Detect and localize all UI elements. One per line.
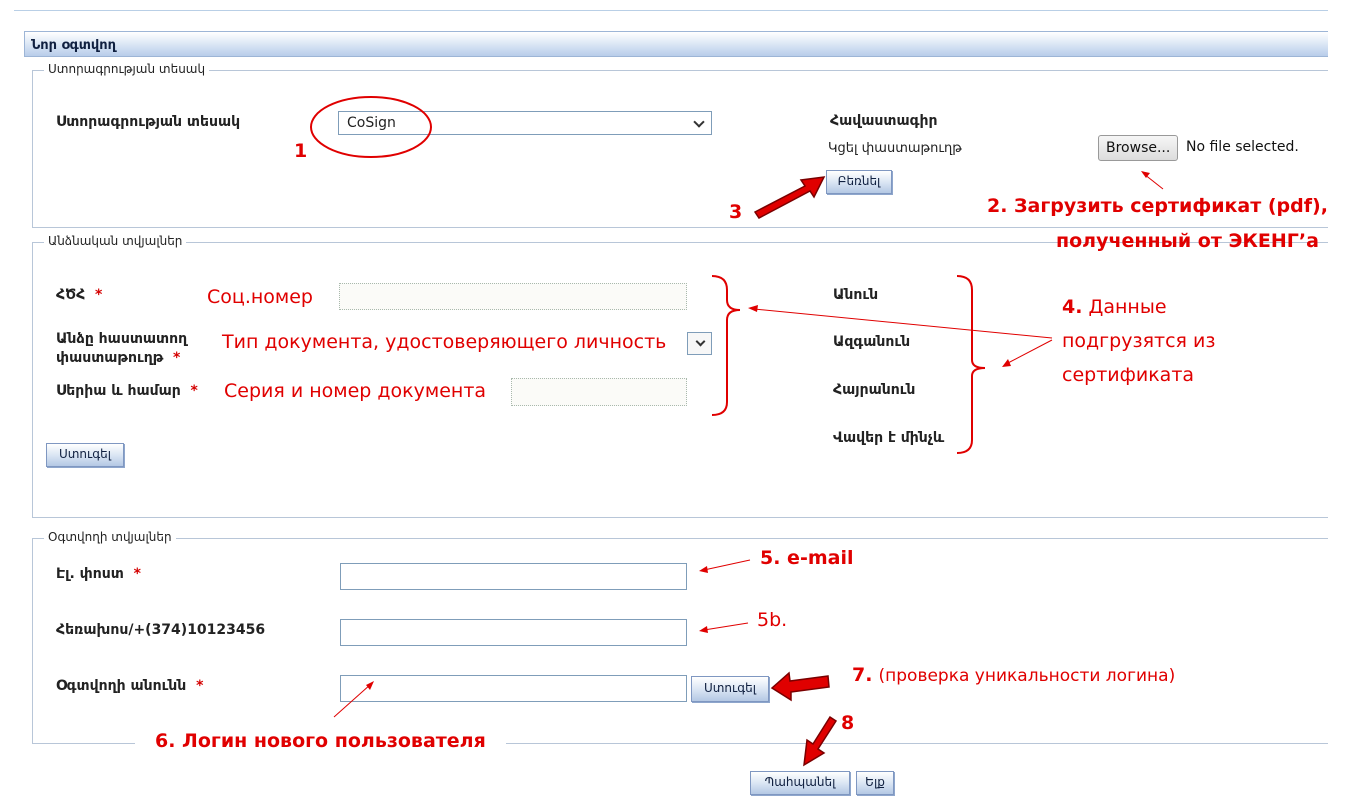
- ssn-input[interactable]: [339, 283, 687, 310]
- window-title-bar: Նոր օգտվող: [24, 31, 1328, 57]
- id-document-select[interactable]: [687, 332, 712, 355]
- email-label: Էլ. փոստ *: [56, 566, 141, 582]
- exit-button[interactable]: Ելք: [856, 771, 894, 795]
- cert-valid-until: Վավեր է մինչև: [833, 430, 945, 446]
- annotation-2-line1: 2. Загрузить сертификат (pdf),: [987, 195, 1328, 217]
- signature-type-select[interactable]: CoSign: [338, 111, 712, 135]
- save-button[interactable]: Պահպանել: [750, 771, 850, 795]
- annotation-3: 3: [729, 201, 743, 223]
- cert-first-name: Անուն: [833, 287, 879, 303]
- window-title: Նոր օգտվող: [31, 38, 116, 53]
- chevron-down-icon: [695, 336, 706, 347]
- annotation-2-line2: полученный от ЭКЕНГ’а: [1056, 230, 1319, 252]
- annotation-7: 7. (проверка уникальности логина): [852, 664, 1176, 686]
- browse-button[interactable]: Browse...: [1098, 135, 1179, 161]
- top-divider: [14, 10, 1328, 11]
- file-status: No file selected.: [1186, 139, 1299, 155]
- series-number-label: Սերիա և համար *: [56, 383, 198, 399]
- attach-document-label: Կցել փաստաթուղթ: [828, 141, 962, 156]
- user-legend: Օգտվողի տվյալներ: [44, 530, 176, 544]
- id-document-label-line1: Անձը հաստատող: [56, 331, 188, 347]
- signature-legend: Ստորագրության տեսակ: [44, 62, 210, 76]
- username-label: Օգտվողի անունն *: [56, 678, 204, 694]
- certificate-title: Հավաստագիր: [830, 113, 938, 129]
- annotation-doc-hint: Тип документа, удостоверяющего личность: [222, 331, 667, 353]
- chevron-down-icon: [693, 116, 705, 128]
- ssn-label: ՀԾՀ *: [56, 287, 103, 303]
- annotation-4-line3: сертификата: [1062, 364, 1195, 386]
- signature-type-label: Ստորագրության տեսակ: [56, 114, 241, 130]
- annotation-4-line2: подгрузятся из: [1062, 330, 1216, 352]
- annotation-1: 1: [294, 140, 308, 162]
- annotation-ssn-hint: Соц.номер: [207, 286, 313, 308]
- check-document-button[interactable]: Ստուգել: [46, 443, 124, 467]
- annotation-8: 8: [841, 712, 855, 734]
- cert-middle-name: Հայրանուն: [833, 382, 916, 398]
- annotation-4-line1: 4. Данные: [1062, 296, 1167, 318]
- annotation-series-hint: Серия и номер документа: [224, 380, 487, 402]
- cert-last-name: Ազգանուն: [833, 334, 911, 350]
- phone-input[interactable]: [340, 619, 687, 646]
- phone-label: Հեռախոս/+(374)10123456: [56, 622, 266, 638]
- upload-button[interactable]: Բեռնել: [826, 170, 892, 194]
- annotation-5b: 5b.: [757, 609, 788, 631]
- signature-type-value: CoSign: [347, 115, 396, 131]
- annotation-5: 5. e-mail: [760, 547, 854, 569]
- check-username-button[interactable]: Ստուգել: [691, 676, 769, 702]
- series-number-input[interactable]: [511, 378, 687, 406]
- username-input[interactable]: [340, 675, 687, 702]
- id-document-label-line2: փաստաթուղթ *: [56, 350, 181, 366]
- email-input[interactable]: [340, 563, 687, 590]
- annotation-6: 6. Логин нового пользователя: [135, 730, 506, 752]
- personal-legend: Անձնական տվյալներ: [44, 234, 187, 248]
